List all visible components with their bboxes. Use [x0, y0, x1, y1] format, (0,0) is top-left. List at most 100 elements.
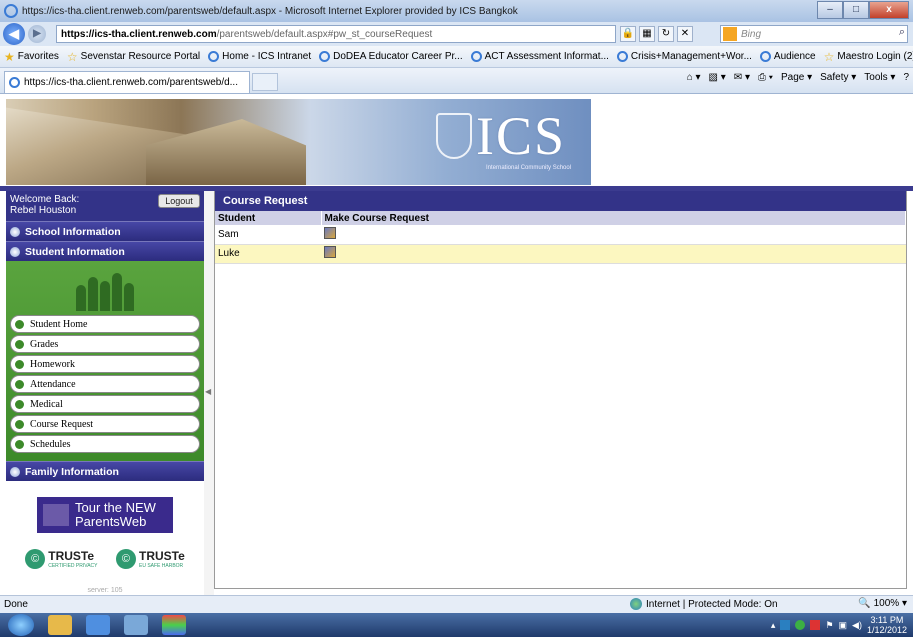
compatibility-icon[interactable]: ▦	[639, 26, 655, 42]
status-text: Done	[4, 599, 28, 610]
home-icon[interactable]: ⌂ ▾	[687, 72, 701, 83]
search-placeholder: Bing	[741, 28, 762, 40]
favorites-button[interactable]: ★ Favorites	[4, 50, 59, 64]
tray-app-icon[interactable]	[780, 620, 791, 630]
search-field[interactable]: Bing ⌕	[720, 25, 908, 43]
truste-safe-harbor-seal[interactable]: © TRUSTe EU SAFE HARBOR	[115, 549, 185, 569]
sidebar-item-student-home[interactable]: Student Home	[10, 315, 200, 333]
collapse-arrow-icon[interactable]: ◀	[205, 387, 211, 396]
banner-photo: ICS International Community School	[6, 99, 591, 185]
refresh-icon[interactable]: ↻	[658, 26, 674, 42]
sidebar-item-course-request[interactable]: Course Request	[10, 415, 200, 433]
address-actions: 🔒 ▦ ↻ ✕	[620, 25, 693, 43]
student-name: Sam	[215, 225, 321, 245]
stop-icon[interactable]: ✕	[677, 26, 693, 42]
tools-menu[interactable]: Tools ▾	[864, 72, 895, 83]
section-school-information[interactable]: School Information	[6, 221, 204, 241]
sidebar-item-schedules[interactable]: Schedules	[10, 435, 200, 453]
favorites-star-icon: ★	[4, 49, 15, 64]
status-bar: Done Internet | Protected Mode: On 🔍 100…	[0, 595, 913, 613]
bullet-icon	[15, 359, 24, 369]
minimize-button[interactable]: –	[817, 1, 843, 19]
expand-icon	[10, 226, 20, 237]
back-button[interactable]: ◀	[3, 23, 25, 45]
app-taskbar-icon[interactable]	[162, 615, 186, 635]
student-menu-panel: Student Home Grades Homework Attendance …	[6, 261, 204, 461]
course-request-icon[interactable]	[324, 246, 336, 258]
tab-bar: https://ics-tha.client.renweb.com/parent…	[0, 68, 913, 94]
course-request-table: Student Make Course Request Sam Luke	[215, 211, 906, 264]
favorite-link[interactable]: ☆ Maestro Login (2)	[824, 50, 913, 64]
url-path: /parentsweb/default.aspx#pw_st_courseReq…	[216, 28, 433, 40]
security-zone[interactable]: Internet | Protected Mode: On	[630, 598, 778, 610]
course-request-panel: Course Request Student Make Course Reque…	[214, 191, 907, 589]
school-crest-icon	[436, 113, 472, 159]
page-menu[interactable]: Page ▾	[781, 72, 812, 83]
star-icon: ☆	[823, 49, 835, 64]
system-clock[interactable]: 3:11 PM 1/12/2012	[867, 615, 907, 635]
sidebar-item-attendance[interactable]: Attendance	[10, 375, 200, 393]
url-host: https://ics-tha.client.renweb.com	[61, 28, 217, 40]
favorite-link[interactable]: ☆ Sevenstar Resource Portal	[67, 50, 200, 64]
favorite-link[interactable]: Home - ICS Intranet	[208, 51, 311, 62]
truste-privacy-seal[interactable]: © TRUSTe CERTIFIED PRIVACY	[25, 549, 98, 569]
feeds-icon[interactable]: ▧ ▾	[709, 72, 726, 83]
start-button[interactable]	[8, 614, 34, 636]
sidebar-item-medical[interactable]: Medical	[10, 395, 200, 413]
window-title: https://ics-tha.client.renweb.com/parent…	[22, 5, 518, 17]
internet-explorer-taskbar-icon[interactable]	[86, 615, 110, 635]
course-request-icon[interactable]	[324, 226, 336, 239]
explorer-taskbar-icon[interactable]	[48, 615, 72, 635]
lock-icon[interactable]: 🔒	[620, 26, 636, 42]
ics-logo: ICS	[476, 106, 567, 166]
browser-tab[interactable]: https://ics-tha.client.renweb.com/parent…	[4, 71, 250, 93]
ie-page-icon	[616, 51, 628, 62]
show-hidden-icons-icon[interactable]: ▴	[771, 620, 776, 631]
expand-icon	[10, 246, 20, 257]
zoom-level[interactable]: 🔍 100% ▾	[858, 598, 907, 609]
ie-page-icon	[319, 51, 331, 62]
students-graphic	[10, 265, 200, 311]
column-header-make-request: Make Course Request	[321, 211, 906, 225]
bullet-icon	[15, 439, 24, 449]
column-header-student: Student	[215, 211, 322, 225]
section-student-information[interactable]: Student Information	[6, 241, 204, 261]
address-toolbar: ◀ ▶ https://ics-tha.client.renweb.com/pa…	[0, 22, 913, 46]
help-icon[interactable]: ?	[903, 72, 909, 83]
action-center-flag-icon[interactable]: ⚑	[825, 620, 833, 631]
print-icon[interactable]: ⎙ ▾	[758, 72, 773, 83]
page-title: Course Request	[215, 191, 906, 211]
section-family-information[interactable]: Family Information	[6, 461, 204, 481]
bullet-icon	[15, 319, 24, 329]
favorite-link[interactable]: Crisis+Management+Wor...	[616, 51, 752, 62]
bullet-icon	[15, 399, 24, 409]
volume-icon[interactable]: ◀)	[852, 620, 862, 631]
logout-button[interactable]: Logout	[158, 194, 200, 208]
forward-button[interactable]: ▶	[28, 25, 46, 43]
favorite-link[interactable]: Audience	[759, 51, 816, 62]
network-icon[interactable]: ▣	[839, 620, 848, 631]
mail-icon[interactable]: ✉ ▾	[734, 72, 750, 83]
favorite-link[interactable]: ACT Assessment Informat...	[470, 51, 609, 62]
maximize-button[interactable]: □	[843, 1, 869, 19]
sidebar-item-homework[interactable]: Homework	[10, 355, 200, 373]
globe-icon	[630, 598, 642, 610]
sidebar-item-grades[interactable]: Grades	[10, 335, 200, 353]
building-gable-image	[146, 119, 306, 185]
tray-app-icon[interactable]	[795, 620, 806, 630]
internet-explorer-icon	[4, 4, 18, 18]
bullet-icon	[15, 339, 24, 349]
tour-parentsweb-banner[interactable]: Tour the NEW ParentsWeb	[37, 497, 173, 533]
windows-taskbar: ▴ ⚑ ▣ ◀) 3:11 PM 1/12/2012	[0, 613, 913, 637]
new-tab-button[interactable]	[252, 73, 278, 91]
web-content: ICS International Community School Welco…	[0, 95, 913, 595]
safety-menu[interactable]: Safety ▾	[820, 72, 856, 83]
address-field[interactable]: https://ics-tha.client.renweb.com/parent…	[56, 25, 616, 43]
word-taskbar-icon[interactable]	[124, 615, 148, 635]
sidebar-splitter[interactable]: ◀	[204, 191, 214, 595]
favorite-link[interactable]: DoDEA Educator Career Pr...	[319, 51, 463, 62]
search-icon[interactable]: ⌕	[899, 26, 905, 39]
star-icon: ☆	[66, 49, 78, 64]
close-button[interactable]: x	[869, 1, 909, 19]
tray-app-icon[interactable]	[810, 620, 821, 630]
